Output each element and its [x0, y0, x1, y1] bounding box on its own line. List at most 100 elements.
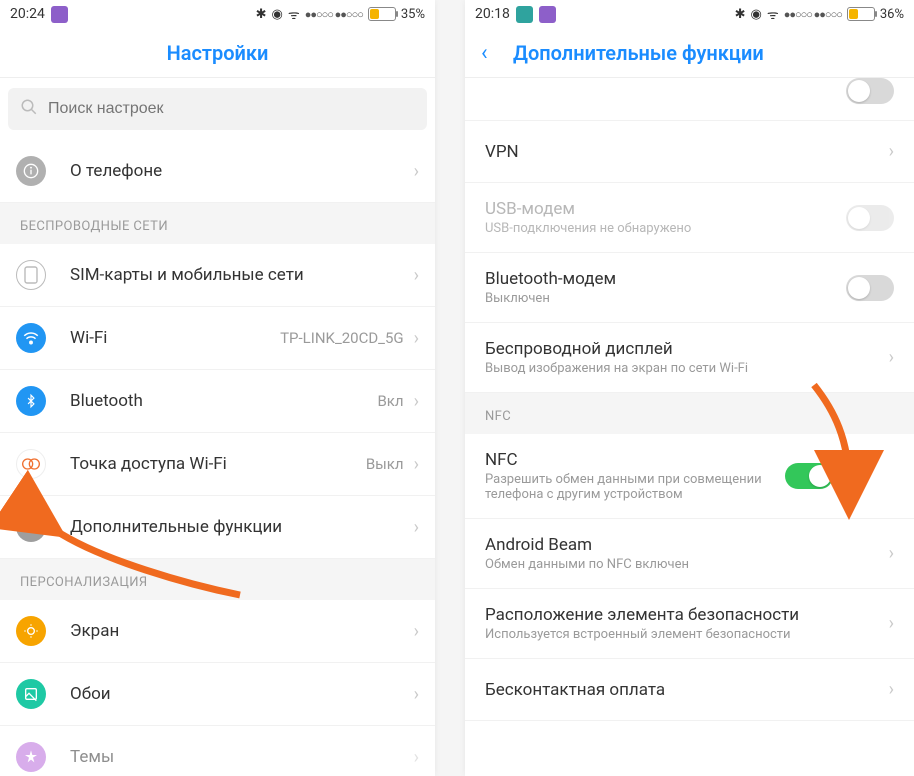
wallpaper-icon	[16, 679, 46, 709]
battery-percent: 35%	[401, 7, 425, 22]
app-indicator-icon	[539, 6, 556, 23]
app-indicator-icon	[51, 6, 68, 23]
row-label: NFC	[485, 450, 785, 470]
row-value: TP-LINK_20CD_5G	[280, 329, 403, 347]
row-sub: USB-подключения не обнаружено	[485, 221, 846, 236]
chevron-right-icon: ›	[414, 747, 419, 768]
row-value: Выкл	[366, 455, 404, 473]
chevron-right-icon: ›	[414, 161, 419, 182]
row-label: Дополнительные функции	[70, 517, 414, 537]
page-title: Настройки	[167, 41, 269, 65]
row-more-functions[interactable]: Дополнительные функции ›	[0, 496, 435, 559]
back-button[interactable]: ‹	[481, 40, 488, 65]
row-screen[interactable]: Экран ›	[0, 600, 435, 663]
section-nfc: NFC	[465, 393, 914, 434]
wifi-status-icon: ᯤ	[767, 5, 779, 23]
bluetooth-status-icon: ✱	[256, 7, 267, 22]
row-value: Вкл	[377, 392, 403, 410]
app-indicator-icon	[516, 6, 533, 23]
chevron-right-icon: ›	[889, 543, 894, 564]
row-label: Экран	[70, 621, 414, 641]
wifi-status-icon: ᯤ	[288, 5, 300, 23]
row-hotspot[interactable]: Точка доступа Wi-Fi Выкл ›	[0, 433, 435, 496]
row-usb-modem: USB-модем USB-подключения не обнаружено	[465, 183, 914, 253]
row-label: Wi-Fi	[70, 328, 280, 348]
sim-icon	[16, 260, 46, 290]
row-wallpaper[interactable]: Обои ›	[0, 663, 435, 726]
chevron-right-icon: ›	[889, 347, 894, 368]
status-time: 20:24	[10, 6, 45, 22]
section-wireless: БЕСПРОВОДНЫЕ СЕТИ	[0, 203, 435, 244]
chevron-right-icon: ›	[889, 613, 894, 634]
toggle-switch	[846, 205, 894, 231]
row-label: Темы	[70, 747, 414, 767]
chevron-right-icon: ›	[889, 141, 894, 162]
row-label: Бесконтактная оплата	[485, 680, 889, 700]
more-icon	[16, 512, 46, 542]
row-label: О телефоне	[70, 161, 414, 181]
hotspot-icon	[16, 449, 46, 479]
row-nfc[interactable]: NFC Разрешить обмен данными при совмещен…	[465, 434, 914, 519]
row-themes[interactable]: Темы ›	[0, 726, 435, 776]
row-vpn[interactable]: VPN ›	[465, 121, 914, 183]
row-sub: Разрешить обмен данными при совмещении т…	[485, 472, 785, 502]
bluetooth-icon	[16, 386, 46, 416]
bluetooth-status-icon: ✱	[735, 7, 746, 22]
row-wireless-display[interactable]: Беспроводной дисплей Вывод изображения н…	[465, 323, 914, 393]
row-prev-partial[interactable]	[465, 78, 914, 121]
battery-percent: 36%	[880, 7, 904, 22]
signal-dots-icon: ●●○○○ ●●○○○	[305, 8, 363, 21]
chevron-right-icon: ›	[414, 621, 419, 642]
chevron-right-icon: ›	[414, 265, 419, 286]
chevron-right-icon: ›	[414, 454, 419, 475]
row-about-phone[interactable]: О телефоне ›	[0, 140, 435, 203]
info-icon	[16, 156, 46, 186]
search-bar[interactable]	[8, 88, 427, 130]
chevron-right-icon: ›	[414, 328, 419, 349]
additional-functions-screen: 20:18 ✱ ◉ ᯤ ●●○○○ ●●○○○ 36% ‹ Дополнител…	[465, 0, 914, 776]
row-bt-modem[interactable]: Bluetooth-модем Выключен	[465, 253, 914, 323]
row-android-beam[interactable]: Android Beam Обмен данными по NFC включе…	[465, 519, 914, 589]
row-sim[interactable]: SIM-карты и мобильные сети ›	[0, 244, 435, 307]
vibrate-status-icon: ◉	[750, 7, 761, 22]
themes-icon	[16, 742, 46, 772]
page-title: Дополнительные функции	[513, 41, 764, 65]
battery-icon	[368, 7, 396, 21]
signal-dots-icon: ●●○○○ ●●○○○	[784, 8, 842, 21]
row-sub: Используется встроенный элемент безопасн…	[485, 627, 889, 642]
title-bar: Настройки	[0, 28, 435, 78]
row-wifi[interactable]: Wi-Fi TP-LINK_20CD_5G ›	[0, 307, 435, 370]
row-label: USB-модем	[485, 199, 846, 219]
toggle-switch[interactable]	[846, 275, 894, 301]
row-contactless-pay[interactable]: Бесконтактная оплата ›	[465, 659, 914, 721]
row-label: SIM-карты и мобильные сети	[70, 265, 414, 285]
settings-screen: 20:24 ✱ ◉ ᯤ ●●○○○ ●●○○○ 35% Настройки О …	[0, 0, 435, 776]
row-label: VPN	[485, 142, 889, 162]
row-security-element[interactable]: Расположение элемента безопасности Испол…	[465, 589, 914, 659]
row-label: Bluetooth-модем	[485, 269, 846, 289]
wifi-icon	[16, 323, 46, 353]
row-sub: Выключен	[485, 291, 846, 306]
row-bluetooth[interactable]: Bluetooth Вкл ›	[0, 370, 435, 433]
row-label: Bluetooth	[70, 391, 377, 411]
chevron-right-icon: ›	[889, 679, 894, 700]
row-label: Беспроводной дисплей	[485, 339, 889, 359]
toggle-switch-nfc[interactable]	[785, 463, 833, 489]
row-label: Android Beam	[485, 535, 889, 555]
section-personalization: ПЕРСОНАЛИЗАЦИЯ	[0, 559, 435, 600]
title-bar: ‹ Дополнительные функции	[465, 28, 914, 78]
chevron-right-icon: ›	[414, 517, 419, 538]
row-sub: Вывод изображения на экран по сети Wi-Fi	[485, 361, 889, 376]
row-sub: Обмен данными по NFC включен	[485, 557, 889, 572]
chevron-right-icon: ›	[414, 684, 419, 705]
screen-icon	[16, 616, 46, 646]
status-time: 20:18	[475, 6, 510, 22]
status-bar: 20:18 ✱ ◉ ᯤ ●●○○○ ●●○○○ 36%	[465, 0, 914, 28]
chevron-right-icon: ›	[414, 391, 419, 412]
search-input[interactable]	[48, 100, 415, 118]
vibrate-status-icon: ◉	[271, 7, 282, 22]
toggle-switch[interactable]	[846, 78, 894, 104]
row-label: Обои	[70, 684, 414, 704]
row-label: Точка доступа Wi-Fi	[70, 454, 366, 474]
search-icon	[20, 98, 38, 120]
